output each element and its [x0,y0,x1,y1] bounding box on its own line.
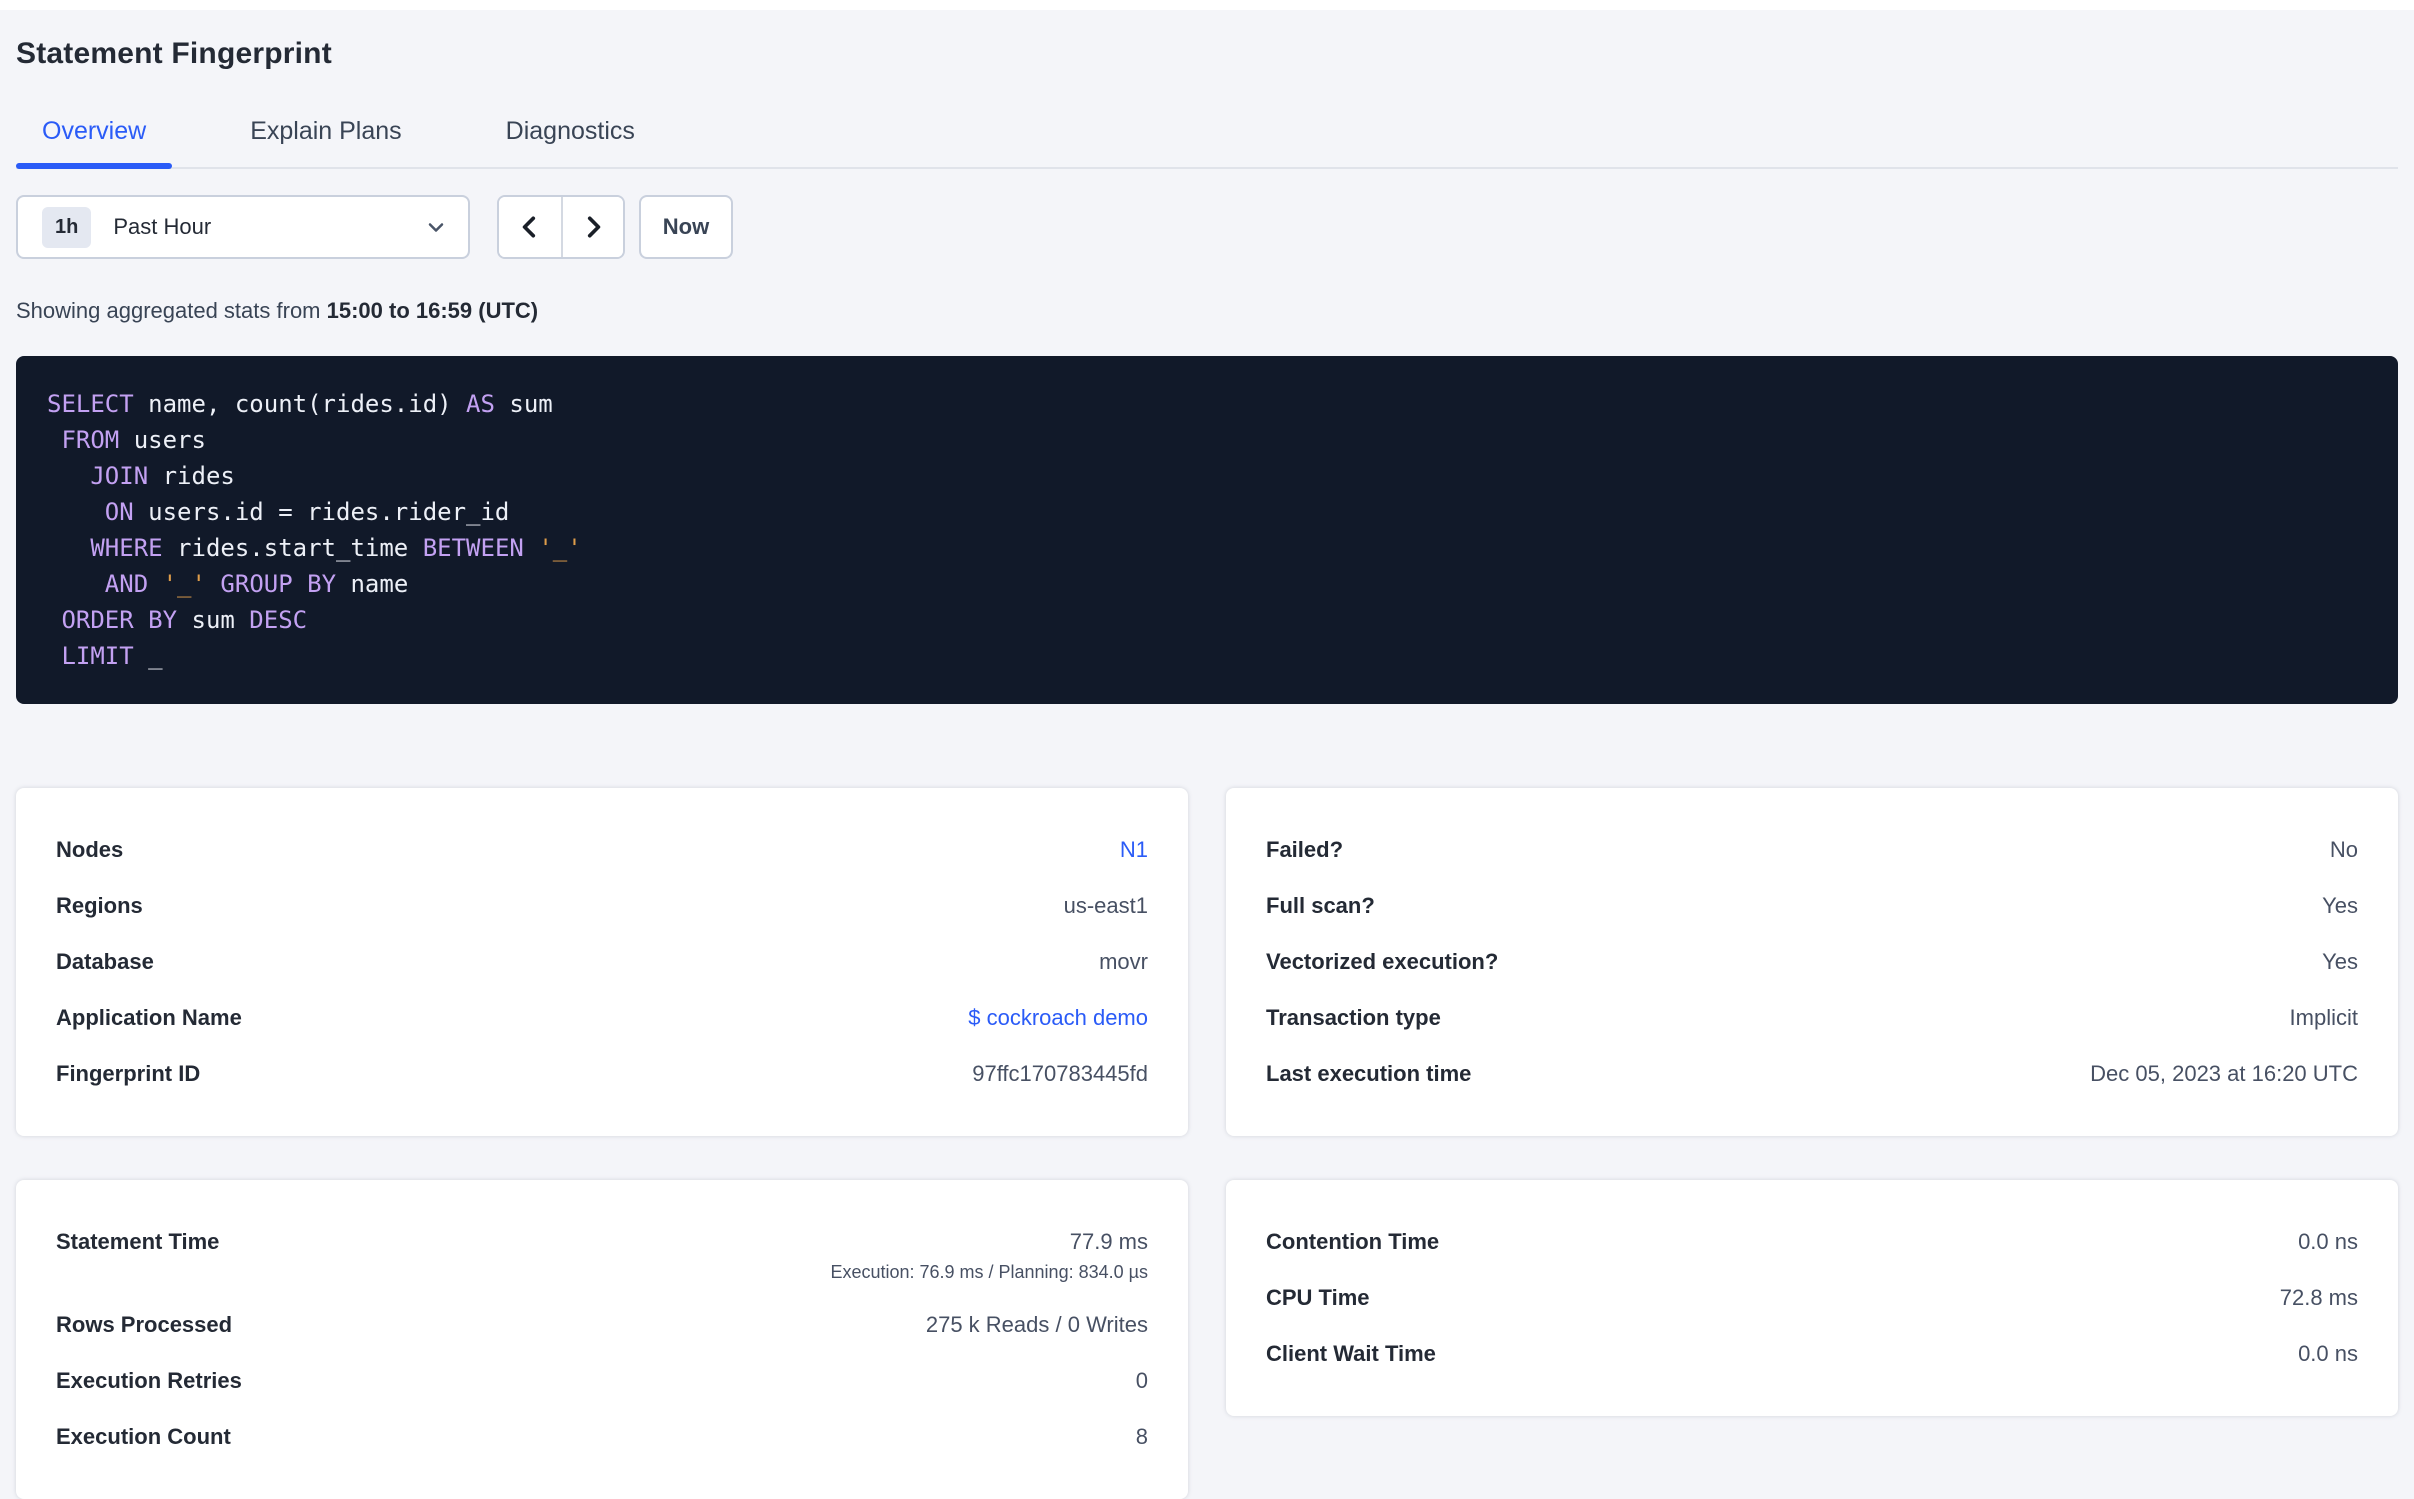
sql-line: AND '_' GROUP BY name [104,570,409,598]
regions-label: Regions [56,893,143,918]
summary-row-client-wait-time: Client Wait Time 0.0 ns [1266,1326,2358,1382]
summary-row-fingerprint-id: Fingerprint ID 97ffc170783445fd [56,1046,1148,1102]
client-wait-time-value: 0.0 ns [2298,1341,2358,1366]
tab-bar: Overview Explain Plans Diagnostics [16,117,2398,169]
now-button[interactable]: Now [639,195,733,259]
sql-line: FROM users [61,426,206,454]
execution-count-label: Execution Count [56,1424,231,1449]
top-strip [0,0,2414,10]
statement-time-subvalue: Execution: 76.9 ms / Planning: 834.0 µs [830,1262,1148,1282]
statement-time-value: 77.9 ms [1069,1229,1148,1254]
application-name-label: Application Name [56,1005,242,1030]
timing-stats-card: Statement Time 77.9 ms Execution: 76.9 ms … [16,1180,1188,1499]
summary-row-full-scan: Full scan? Yes [1266,878,2358,934]
time-range-dropdown[interactable]: 1h Past Hour [16,195,470,259]
database-value: movr [1099,949,1148,974]
transaction-type-value: Implicit [2289,1005,2358,1030]
chevron-right-icon [580,214,606,240]
transaction-type-label: Transaction type [1266,1005,1441,1030]
summary-row-vectorized-execution: Vectorized execution? Yes [1266,934,2358,990]
vectorized-execution-label: Vectorized execution? [1266,949,1499,974]
aggregated-stats-line: Showing aggregated stats from 15:00 to 1… [16,298,2398,324]
summary-row-cpu-time: CPU Time 72.8 ms [1266,1270,2358,1326]
cpu-time-label: CPU Time [1266,1285,1370,1310]
application-name-value[interactable]: $ cockroach demo [968,1005,1148,1030]
failed-value: No [2329,837,2358,862]
last-execution-time-label: Last execution time [1266,1061,1472,1086]
tab-diagnostics[interactable]: Diagnostics [480,117,661,167]
cpu-time-value: 72.8 ms [2279,1285,2358,1310]
sql-line: WHERE rides.start_time BETWEEN '_' [90,534,582,562]
statement-fingerprint-page: Statement Fingerprint Overview Explain P… [0,37,2414,1499]
summary-row-statement-time: Statement Time 77.9 ms Execution: 76.9 ms … [56,1214,1148,1297]
execution-retries-label: Execution Retries [56,1368,242,1393]
contention-time-value: 0.0 ns [2298,1229,2358,1254]
nodes-value[interactable]: N1 [1120,837,1148,862]
aggregated-stats-prefix: Showing aggregated stats from [16,298,327,323]
summary-row-last-execution-time: Last execution time Dec 05, 2023 at 16:20… [1266,1046,2358,1102]
vectorized-execution-value: Yes [2322,949,2358,974]
aggregated-stats-range: 15:00 to 16:59 (UTC) [326,298,539,323]
time-range-badge: 1h [42,206,92,248]
summary-row-execution-count: Execution Count 8 [56,1409,1148,1465]
execution-retries-value: 0 [1135,1368,1148,1393]
failed-label: Failed? [1266,837,1344,862]
resource-stats-card: Contention Time 0.0 ns CPU Time 72.8 ms Clie… [1226,1180,2398,1416]
page-title: Statement Fingerprint [16,37,332,70]
rows-processed-value: 275 k Reads / 0 Writes [925,1312,1148,1337]
sql-line: ON users.id = rides.rider_id [104,498,510,526]
full-scan-label: Full scan? [1266,893,1375,918]
stats-cards-row: Statement Time 77.9 ms Execution: 76.9 ms … [16,1180,2398,1499]
nodes-label: Nodes [56,837,124,862]
summary-row-execution-retries: Execution Retries 0 [56,1353,1148,1409]
sql-line: ORDER BY sum DESC [61,606,308,634]
regions-value: us-east1 [1063,893,1148,918]
fingerprint-id-label: Fingerprint ID [56,1061,201,1086]
chevron-down-icon [424,215,448,239]
time-controls: 1h Past Hour Now [16,195,2398,259]
sql-line: LIMIT _ [61,642,163,670]
tab-explain-plans[interactable]: Explain Plans [224,117,427,167]
tab-overview[interactable]: Overview [16,117,173,169]
fingerprint-id-value: 97ffc170783445fd [972,1061,1148,1086]
summary-row-application-name: Application Name $ cockroach demo [56,990,1148,1046]
overview-cards-row: Nodes N1 Regions us-east1 Database movr Applic… [16,788,2398,1136]
statement-time-label: Statement Time [56,1229,220,1254]
contention-time-label: Contention Time [1266,1229,1440,1254]
summary-row-regions: Regions us-east1 [56,878,1148,934]
execution-attributes-card: Failed? No Full scan? Yes Vectorized executi… [1226,788,2398,1136]
last-execution-time-value: Dec 05, 2023 at 16:20 UTC [2090,1061,2358,1086]
summary-row-contention-time: Contention Time 0.0 ns [1266,1214,2358,1270]
database-label: Database [56,949,154,974]
time-pager [497,195,625,259]
summary-row-database: Database movr [56,934,1148,990]
client-wait-time-label: Client Wait Time [1266,1341,1436,1366]
summary-row-transaction-type: Transaction type Implicit [1266,990,2358,1046]
full-scan-value: Yes [2322,893,2358,918]
next-time-button[interactable] [561,197,623,257]
summary-row-failed: Failed? No [1266,822,2358,878]
chevron-left-icon [517,214,543,240]
statement-details-card: Nodes N1 Regions us-east1 Database movr Applic… [16,788,1188,1136]
sql-statement: SELECT name, count(rides.id) AS sum FROM… [16,356,2398,704]
prev-time-button[interactable] [499,197,561,257]
summary-row-rows-processed: Rows Processed 275 k Reads / 0 Writes [56,1297,1148,1353]
sql-line: SELECT name, count(rides.id) AS sum [47,390,553,418]
summary-row-nodes: Nodes N1 [56,822,1148,878]
rows-processed-label: Rows Processed [56,1312,233,1337]
sql-line: JOIN rides [90,462,235,490]
time-range-label: Past Hour [113,214,212,239]
execution-count-value: 8 [1135,1424,1148,1449]
